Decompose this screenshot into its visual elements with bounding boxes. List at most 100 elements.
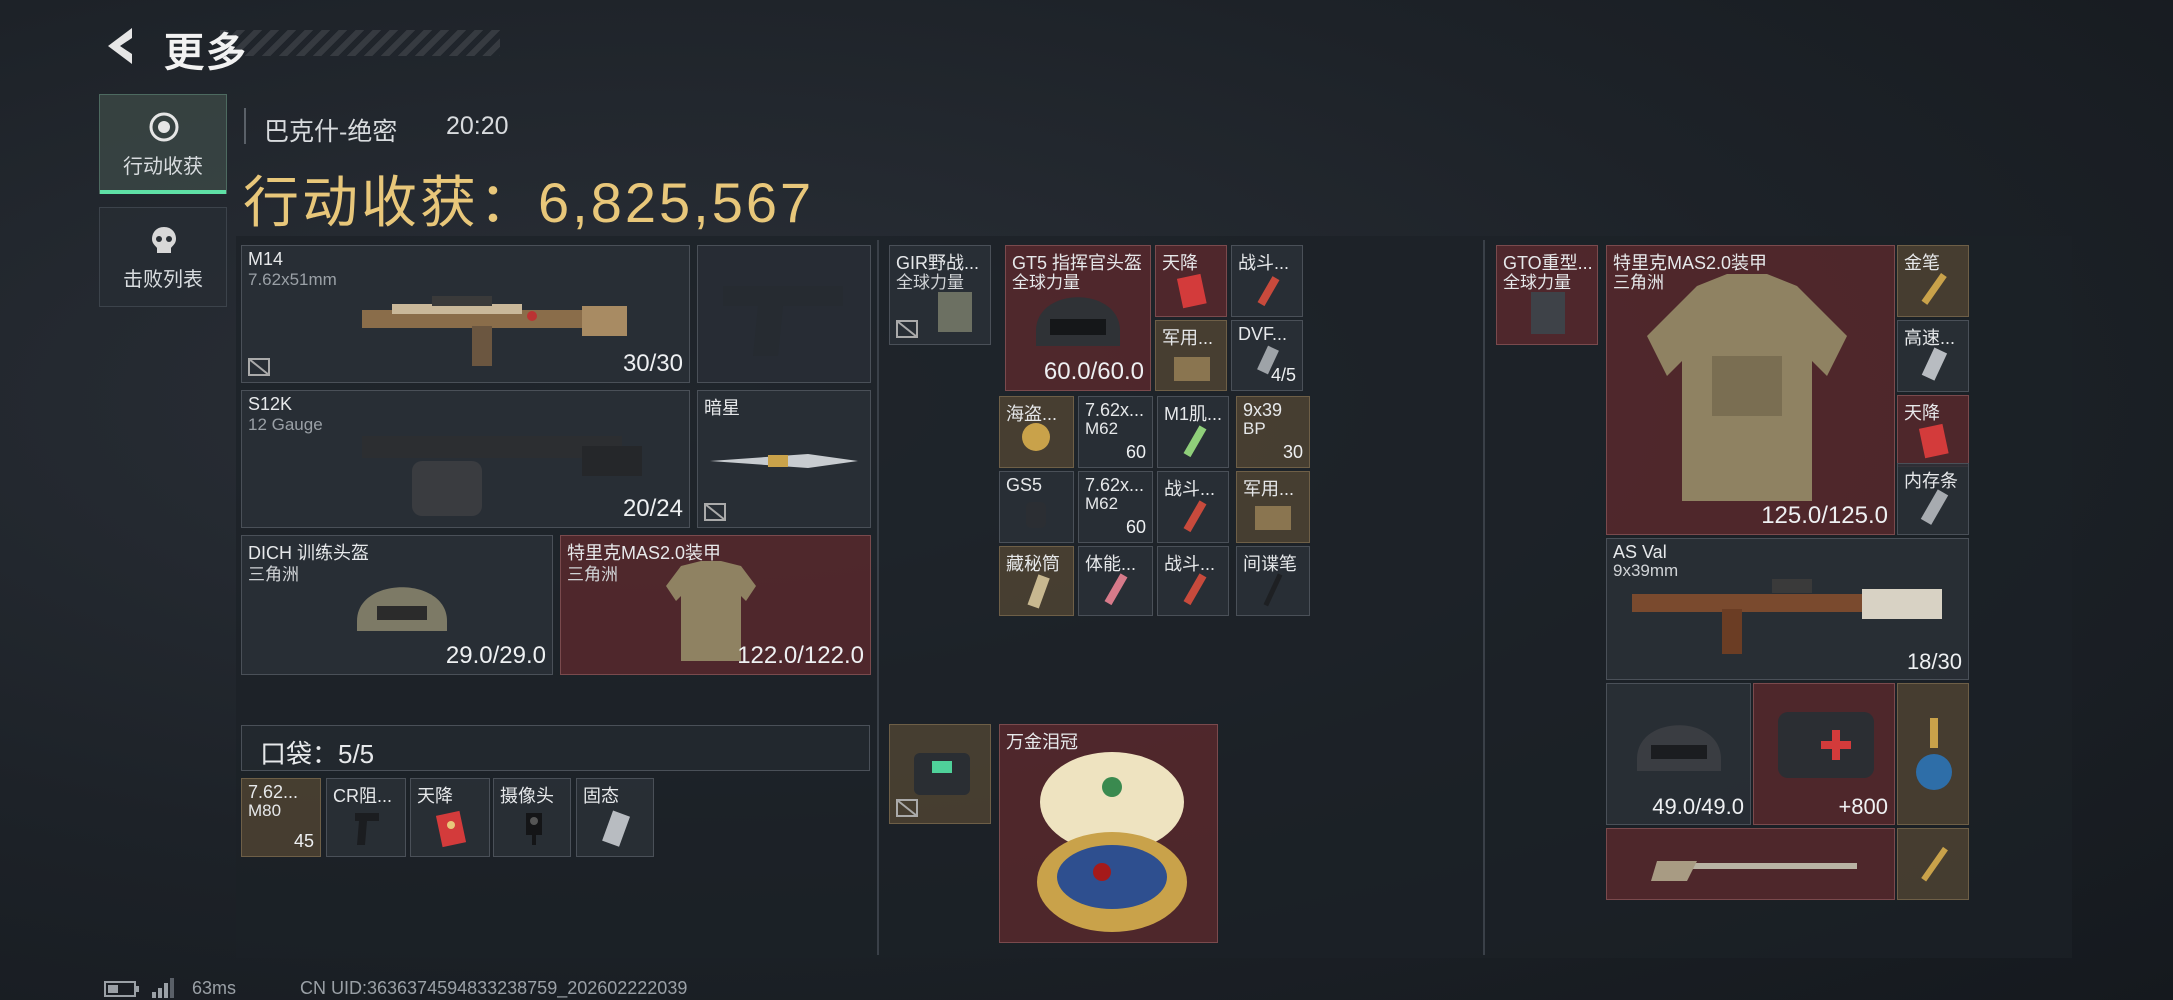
pocket-item-name: 7.62... (248, 782, 299, 802)
pocket-item-2[interactable]: CR阻... (326, 778, 406, 857)
armor-durability: 122.0/122.0 (737, 642, 864, 669)
helmet-icon (1036, 297, 1120, 346)
musket-slot[interactable] (1606, 828, 1895, 900)
helmet-icon (1637, 725, 1721, 771)
map-name: 巴克什-绝密 (264, 118, 398, 146)
backpack-item[interactable]: 9x39 BP 30 (1236, 396, 1310, 468)
backpack-item[interactable]: 体能... (1078, 546, 1153, 616)
rig-item-4[interactable]: DVF... 4/5 (1231, 320, 1303, 391)
armor-icon (1647, 274, 1847, 501)
backpack-item-count: 60 (1125, 442, 1146, 462)
backpack-item-sub: M62 (1085, 494, 1119, 513)
syringe-icon (1104, 573, 1128, 606)
back-button[interactable] (98, 22, 146, 70)
backpack-item[interactable]: 战斗... (1157, 471, 1229, 543)
safe-box-slot[interactable] (889, 724, 991, 824)
rig-item-2[interactable]: 战斗... (1231, 245, 1303, 317)
syringe-icon (1183, 425, 1207, 458)
commander-helmet-slot[interactable]: GT5 指挥官头盔 全球力量 60.0/60.0 (1005, 245, 1151, 391)
backpack-item-sub: M62 (1085, 419, 1119, 438)
backpack-item[interactable]: 7.62x... M62 60 (1078, 396, 1153, 468)
not-insured-icon (896, 799, 918, 817)
melee-slot[interactable]: 暗星 (697, 390, 871, 528)
safe-box-icon (914, 753, 970, 795)
backpack-item[interactable]: GS5 (999, 471, 1074, 543)
secondary-weapon-ammo: 20/24 (622, 495, 683, 522)
backpack-item[interactable]: 7.62x... M62 60 (1078, 471, 1153, 543)
rig-item-3[interactable]: 军用... (1155, 320, 1227, 391)
backpack-item-name: 7.62x... (1085, 475, 1145, 495)
backpack-item-name: GS5 (1006, 475, 1043, 495)
sidearm-slot-empty[interactable] (697, 245, 871, 383)
shotgun-icon (362, 436, 642, 516)
helmet-right-durability: 49.0/49.0 (1652, 794, 1744, 819)
secondary-weapon-slot[interactable]: S12K 12 Gauge 20/24 (241, 390, 690, 528)
backpack-item-count: 30 (1282, 442, 1303, 462)
musket-icon (1651, 861, 1857, 881)
treasure-slot[interactable]: 万金泪冠 (999, 724, 1218, 943)
backpack-item[interactable]: M1肌... (1157, 396, 1229, 468)
backpack-item-count: 60 (1125, 517, 1146, 537)
heavy-rig-slot[interactable]: GTO重型... 全球力量 (1496, 245, 1598, 345)
pocket-item-name: 天降 (417, 786, 453, 806)
armor-side-item-1[interactable]: 金笔 (1897, 245, 1969, 317)
not-insured-icon (704, 503, 726, 521)
armor-side-item-2[interactable]: 高速... (1897, 320, 1969, 392)
canister-icon (1027, 574, 1050, 609)
armor-slot[interactable]: 特里克MAS2.0装甲 三角洲 122.0/122.0 (560, 535, 871, 675)
camera-icon (526, 813, 542, 845)
helmet-slot-right[interactable]: 49.0/49.0 (1606, 683, 1751, 825)
knife-slot[interactable] (1897, 828, 1969, 900)
not-insured-icon (896, 320, 918, 338)
medkit-value: +800 (1838, 794, 1888, 819)
pocket-item-4[interactable]: 摄像头 (493, 778, 571, 857)
pocket-item-5[interactable]: 固态 (576, 778, 654, 857)
pocket-item-1[interactable]: 7.62... M80 45 (241, 778, 321, 857)
pocket-item-count: 45 (293, 831, 314, 851)
backpack-item[interactable]: 藏秘筒 (999, 546, 1074, 616)
rig-item-1[interactable]: 天降 (1155, 245, 1227, 317)
backpack-item-name: 9x39 (1243, 400, 1283, 420)
helmet-slot[interactable]: DICH 训练头盔 三角洲 29.0/29.0 (241, 535, 553, 675)
red-envelope-icon (435, 810, 467, 848)
pocket-label: 口袋：5/5 (260, 739, 375, 769)
armor-side-item-3[interactable]: 天降 (1897, 395, 1969, 467)
helmet-durability: 29.0/29.0 (445, 642, 546, 669)
backpack-item-name: 军用... (1243, 479, 1295, 499)
tab-loot[interactable]: 行动收获 (99, 94, 227, 194)
body-armor-slot[interactable]: 特里克MAS2.0装甲 三角洲 125.0/125.0 (1606, 245, 1895, 535)
loot-total: 行动收获：6,825,567 (243, 171, 815, 234)
coin-icon (1022, 423, 1050, 451)
red-envelope-icon (1918, 423, 1949, 459)
secondary-weapon-caliber: 12 Gauge (248, 415, 323, 434)
assault-rifle-slot[interactable]: AS Val 9x39mm 18/30 (1606, 538, 1969, 680)
info-divider (244, 108, 246, 144)
potion-slot[interactable] (1897, 683, 1969, 825)
rig-item-count: 4/5 (1270, 365, 1296, 385)
backpack-item[interactable]: 战斗... (1157, 546, 1229, 616)
rifle-icon (362, 296, 627, 366)
backpack-item[interactable]: 海盗... (999, 396, 1074, 468)
chest-rig-slot[interactable]: GIR野战... 全球力量 (889, 245, 991, 345)
knife-icon (1921, 846, 1948, 882)
tab-kill-list[interactable]: 击败列表 (99, 207, 227, 307)
primary-weapon-slot[interactable]: M14 7.62x51mm 30/30 (241, 245, 690, 383)
skull-icon (152, 227, 176, 253)
chest-rig-icon (1531, 292, 1565, 334)
operation-time: 20:20 (446, 112, 509, 140)
armor-side-item-4[interactable]: 内存条 (1897, 463, 1969, 535)
chevron-left-icon (108, 28, 132, 64)
medkit-slot[interactable]: +800 (1753, 683, 1895, 825)
red-envelope-icon (1176, 273, 1207, 309)
tab-loot-label: 行动收获 (123, 156, 203, 178)
backpack-item[interactable]: 间谍笔 (1236, 546, 1310, 616)
helmet-icon (357, 587, 447, 631)
potion-icon (1916, 718, 1952, 790)
backpack-item[interactable]: 军用... (1236, 471, 1310, 543)
knife-icon (710, 454, 858, 468)
pocket-item-3[interactable]: 天降 (410, 778, 490, 857)
primary-weapon-ammo: 30/30 (622, 350, 683, 377)
rig-item-name: DVF... (1238, 324, 1288, 344)
panel-divider-2 (1483, 240, 1485, 955)
ssd-icon (1921, 347, 1948, 381)
